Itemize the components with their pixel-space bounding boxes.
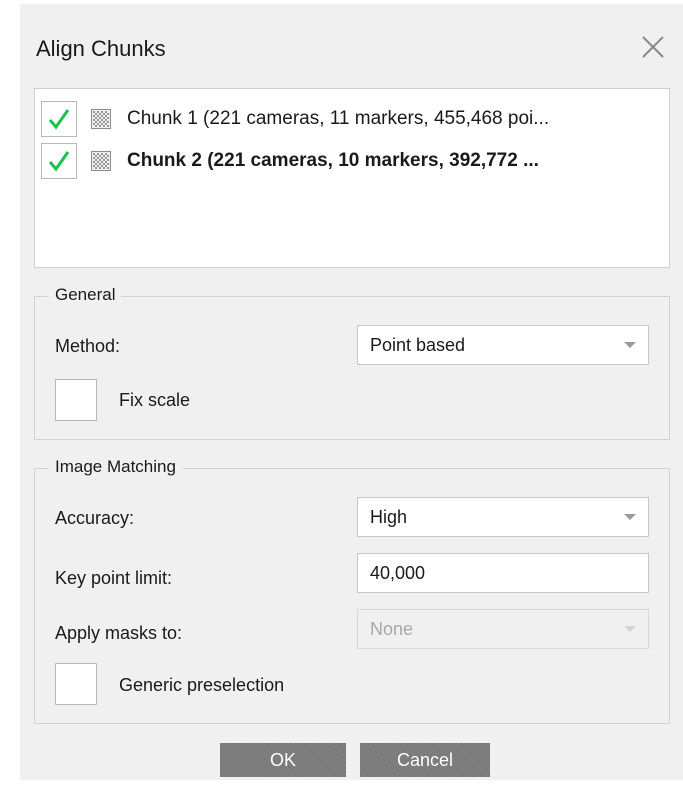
align-chunks-dialog: Align Chunks Chunk 1 (221 cameras, 11 ma…: [20, 4, 683, 780]
chunk-item-1[interactable]: Chunk 1 (221 cameras, 11 markers, 455,46…: [41, 99, 661, 139]
generic-preselection-label[interactable]: Generic preselection: [119, 675, 284, 696]
fix-scale-checkbox[interactable]: [55, 379, 97, 421]
cancel-button[interactable]: Cancel: [360, 743, 490, 777]
apply-masks-select-value: None: [370, 619, 414, 639]
image-matching-group-title: Image Matching: [49, 457, 182, 477]
chunk-1-checkbox[interactable]: [41, 101, 77, 137]
chunk-1-label: Chunk 1 (221 cameras, 11 markers, 455,46…: [127, 108, 550, 129]
dialog-title: Align Chunks: [36, 36, 166, 61]
method-select-value: Point based: [370, 335, 466, 355]
chunk-2-label: Chunk 2 (221 cameras, 10 markers, 392,77…: [127, 150, 539, 171]
chunk-2-checkbox[interactable]: [41, 143, 77, 179]
ok-button[interactable]: OK: [220, 743, 346, 777]
accuracy-select[interactable]: High: [357, 497, 649, 537]
keypoint-limit-input[interactable]: 40,000: [357, 553, 649, 593]
method-label: Method:: [55, 336, 121, 356]
general-group-title: General: [49, 285, 122, 305]
general-group: General Method: Point based Fix scale: [34, 285, 670, 440]
chevron-down-icon: [624, 514, 636, 520]
chevron-down-icon: [624, 626, 636, 632]
chunk-icon: [91, 109, 111, 129]
method-select[interactable]: Point based: [357, 325, 649, 365]
fix-scale-label[interactable]: Fix scale: [119, 390, 190, 411]
keypoint-limit-label: Key point limit:: [55, 568, 173, 588]
apply-masks-select: None: [357, 609, 649, 649]
chunk-list[interactable]: Chunk 1 (221 cameras, 11 markers, 455,46…: [34, 88, 670, 268]
chunk-icon: [91, 151, 111, 171]
checkmark-icon: [48, 151, 70, 172]
accuracy-label: Accuracy:: [55, 508, 135, 528]
accuracy-select-value: High: [370, 507, 408, 527]
chunk-item-2[interactable]: Chunk 2 (221 cameras, 10 markers, 392,77…: [41, 141, 661, 181]
checkmark-icon: [48, 109, 70, 130]
apply-masks-label: Apply masks to:: [55, 623, 183, 643]
generic-preselection-checkbox[interactable]: [55, 663, 97, 705]
chevron-down-icon: [624, 342, 636, 348]
image-matching-group: Image Matching Accuracy: High Key point …: [34, 457, 670, 724]
close-icon[interactable]: [638, 32, 668, 62]
